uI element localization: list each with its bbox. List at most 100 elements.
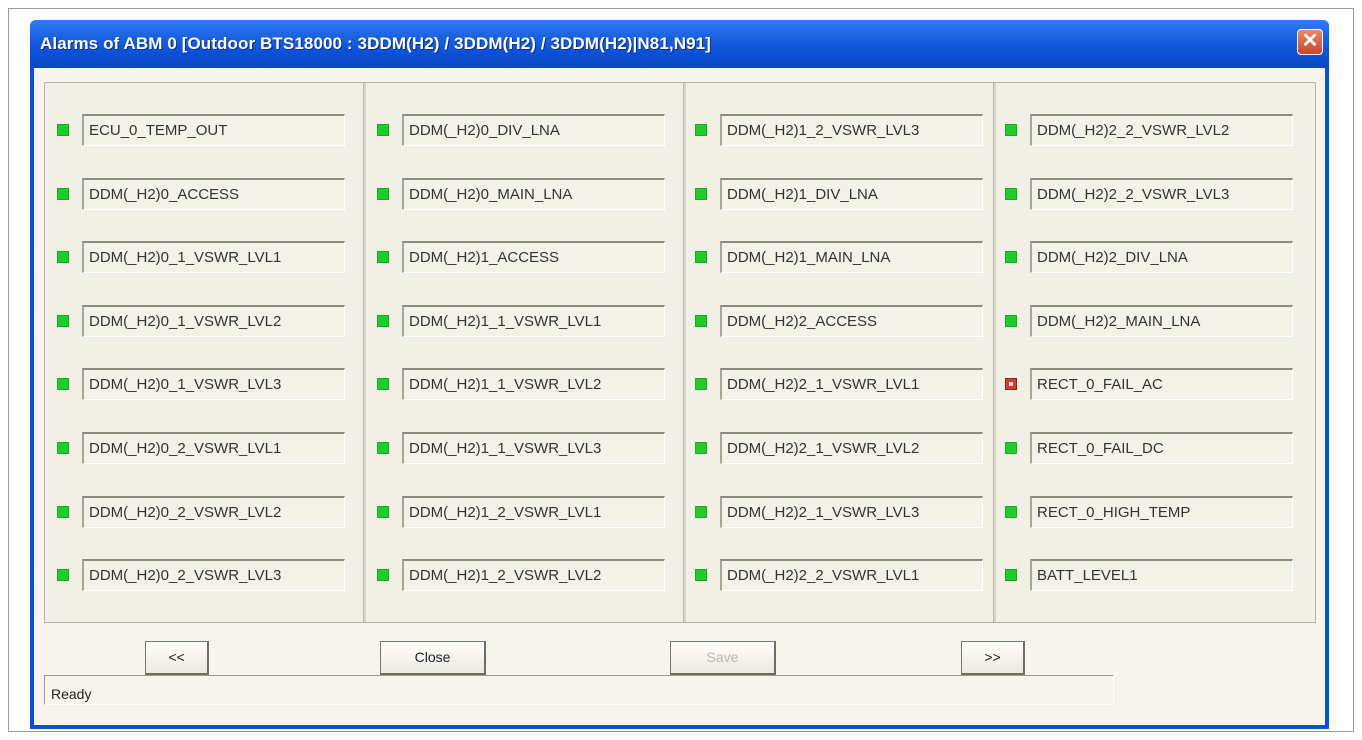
alarm-row: DDM(_H2)1_DIV_LNA — [695, 178, 985, 210]
alarm-row: RECT_0_FAIL_AC — [1005, 368, 1295, 400]
alarm-row: DDM(_H2)0_1_VSWR_LVL1 — [57, 241, 347, 273]
alarm-row: ECU_0_TEMP_OUT — [57, 114, 347, 146]
alarm-label-field: DDM(_H2)1_2_VSWR_LVL2 — [402, 559, 665, 591]
previous-page-button[interactable]: << — [145, 641, 209, 675]
alarm-ok-indicator-icon — [1005, 188, 1017, 200]
alarm-row: DDM(_H2)2_2_VSWR_LVL2 — [1005, 114, 1295, 146]
alarm-row: DDM(_H2)1_2_VSWR_LVL3 — [695, 114, 985, 146]
window-title: Alarms of ABM 0 [Outdoor BTS18000 : 3DDM… — [40, 34, 711, 53]
alarm-ok-indicator-icon — [377, 378, 389, 390]
alarm-row: DDM(_H2)0_1_VSWR_LVL2 — [57, 305, 347, 337]
alarm-ok-indicator-icon — [377, 315, 389, 327]
alarm-label-field: RECT_0_HIGH_TEMP — [1030, 496, 1293, 528]
alarm-ok-indicator-icon — [695, 315, 707, 327]
alarm-ok-indicator-icon — [695, 251, 707, 263]
alarm-row: DDM(_H2)1_2_VSWR_LVL2 — [377, 559, 667, 591]
alarm-row: DDM(_H2)1_1_VSWR_LVL2 — [377, 368, 667, 400]
column-divider — [993, 83, 996, 622]
alarm-row: DDM(_H2)0_DIV_LNA — [377, 114, 667, 146]
alarm-ok-indicator-icon — [377, 506, 389, 518]
alarm-row: DDM(_H2)1_1_VSWR_LVL1 — [377, 305, 667, 337]
alarm-label-field: BATT_LEVEL1 — [1030, 559, 1293, 591]
alarm-label-field: DDM(_H2)1_1_VSWR_LVL2 — [402, 368, 665, 400]
alarm-row: DDM(_H2)0_2_VSWR_LVL3 — [57, 559, 347, 591]
alarm-row: DDM(_H2)1_1_VSWR_LVL3 — [377, 432, 667, 464]
alarm-label-field: DDM(_H2)1_2_VSWR_LVL1 — [402, 496, 665, 528]
alarm-ok-indicator-icon — [1005, 315, 1017, 327]
alarm-grid: ECU_0_TEMP_OUT DDM(_H2)0_ACCESS DDM(_H2)0_… — [44, 82, 1316, 623]
alarms-window: Alarms of ABM 0 [Outdoor BTS18000 : 3DDM… — [30, 20, 1329, 729]
column-divider — [363, 83, 366, 622]
alarm-label-field: DDM(_H2)1_ACCESS — [402, 241, 665, 273]
alarm-row: DDM(_H2)1_ACCESS — [377, 241, 667, 273]
alarm-row: DDM(_H2)2_MAIN_LNA — [1005, 305, 1295, 337]
column-divider — [683, 83, 686, 622]
alarm-label-field: DDM(_H2)2_2_VSWR_LVL2 — [1030, 114, 1293, 146]
title-bar[interactable]: Alarms of ABM 0 [Outdoor BTS18000 : 3DDM… — [30, 20, 1329, 68]
alarm-ok-indicator-icon — [695, 124, 707, 136]
alarm-label-field: DDM(_H2)1_1_VSWR_LVL3 — [402, 432, 665, 464]
alarm-ok-indicator-icon — [57, 124, 69, 136]
alarm-row: DDM(_H2)2_2_VSWR_LVL3 — [1005, 178, 1295, 210]
alarm-label-field: DDM(_H2)2_2_VSWR_LVL3 — [1030, 178, 1293, 210]
status-bar: Ready — [44, 675, 1114, 705]
alarm-label-field: DDM(_H2)2_1_VSWR_LVL1 — [720, 368, 983, 400]
alarm-label-field: DDM(_H2)0_ACCESS — [82, 178, 345, 210]
alarm-ok-indicator-icon — [695, 506, 707, 518]
alarm-label-field: DDM(_H2)2_ACCESS — [720, 305, 983, 337]
alarm-ok-indicator-icon — [1005, 569, 1017, 581]
alarm-ok-indicator-icon — [377, 251, 389, 263]
alarm-active-indicator-icon — [1005, 378, 1017, 390]
alarm-label-field: DDM(_H2)0_DIV_LNA — [402, 114, 665, 146]
alarm-row: DDM(_H2)2_DIV_LNA — [1005, 241, 1295, 273]
alarm-label-field: DDM(_H2)1_2_VSWR_LVL3 — [720, 114, 983, 146]
alarm-label-field: ECU_0_TEMP_OUT — [82, 114, 345, 146]
alarm-label-field: DDM(_H2)0_1_VSWR_LVL3 — [82, 368, 345, 400]
alarm-row: DDM(_H2)0_MAIN_LNA — [377, 178, 667, 210]
alarm-row: BATT_LEVEL1 — [1005, 559, 1295, 591]
alarm-label-field: DDM(_H2)2_MAIN_LNA — [1030, 305, 1293, 337]
save-button: Save — [670, 641, 776, 675]
alarm-label-field: DDM(_H2)0_2_VSWR_LVL1 — [82, 432, 345, 464]
alarm-row: DDM(_H2)0_ACCESS — [57, 178, 347, 210]
alarm-label-field: DDM(_H2)0_MAIN_LNA — [402, 178, 665, 210]
next-page-button[interactable]: >> — [961, 641, 1025, 675]
alarm-row: DDM(_H2)1_2_VSWR_LVL1 — [377, 496, 667, 528]
alarm-label-field: DDM(_H2)2_DIV_LNA — [1030, 241, 1293, 273]
alarm-ok-indicator-icon — [57, 188, 69, 200]
close-window-icon[interactable]: ✕ — [1297, 29, 1323, 55]
alarm-label-field: DDM(_H2)0_1_VSWR_LVL2 — [82, 305, 345, 337]
alarm-row: RECT_0_FAIL_DC — [1005, 432, 1295, 464]
alarm-ok-indicator-icon — [57, 506, 69, 518]
alarm-label-field: DDM(_H2)1_MAIN_LNA — [720, 241, 983, 273]
alarm-ok-indicator-icon — [695, 378, 707, 390]
alarm-ok-indicator-icon — [57, 378, 69, 390]
status-text: Ready — [51, 686, 92, 702]
alarm-ok-indicator-icon — [57, 442, 69, 454]
alarm-label-field: DDM(_H2)0_2_VSWR_LVL3 — [82, 559, 345, 591]
alarm-label-field: DDM(_H2)2_1_VSWR_LVL2 — [720, 432, 983, 464]
alarm-label-field: DDM(_H2)1_DIV_LNA — [720, 178, 983, 210]
alarm-row: RECT_0_HIGH_TEMP — [1005, 496, 1295, 528]
alarm-row: DDM(_H2)0_1_VSWR_LVL3 — [57, 368, 347, 400]
alarm-row: DDM(_H2)2_2_VSWR_LVL1 — [695, 559, 985, 591]
alarm-ok-indicator-icon — [377, 442, 389, 454]
alarm-label-field: DDM(_H2)1_1_VSWR_LVL1 — [402, 305, 665, 337]
alarm-row: DDM(_H2)0_2_VSWR_LVL1 — [57, 432, 347, 464]
alarm-row: DDM(_H2)2_ACCESS — [695, 305, 985, 337]
alarm-label-field: RECT_0_FAIL_AC — [1030, 368, 1293, 400]
alarm-row: DDM(_H2)2_1_VSWR_LVL2 — [695, 432, 985, 464]
close-button[interactable]: Close — [380, 641, 486, 675]
alarm-ok-indicator-icon — [57, 315, 69, 327]
alarm-ok-indicator-icon — [1005, 442, 1017, 454]
alarm-ok-indicator-icon — [1005, 124, 1017, 136]
alarm-label-field: RECT_0_FAIL_DC — [1030, 432, 1293, 464]
alarm-ok-indicator-icon — [377, 569, 389, 581]
alarm-ok-indicator-icon — [695, 188, 707, 200]
alarm-ok-indicator-icon — [57, 251, 69, 263]
alarm-label-field: DDM(_H2)0_1_VSWR_LVL1 — [82, 241, 345, 273]
alarm-label-field: DDM(_H2)0_2_VSWR_LVL2 — [82, 496, 345, 528]
alarm-row: DDM(_H2)2_1_VSWR_LVL1 — [695, 368, 985, 400]
alarm-ok-indicator-icon — [377, 124, 389, 136]
alarm-ok-indicator-icon — [1005, 251, 1017, 263]
